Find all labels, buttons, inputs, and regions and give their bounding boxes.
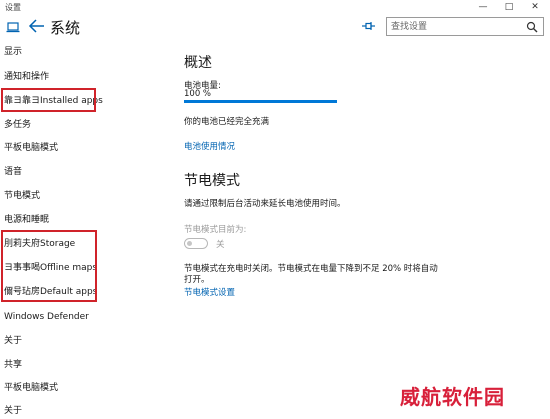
- battery-percent: 100 %: [184, 89, 212, 99]
- window-titlebar: 设置 — □ ✕: [0, 0, 550, 14]
- search-box[interactable]: [386, 17, 544, 36]
- page-title: 系统: [50, 19, 81, 37]
- highlight-box-storage-group: [1, 230, 97, 302]
- window-title: 设置: [5, 3, 21, 12]
- battery-status: 你的电池已经完全充满: [184, 117, 270, 127]
- maximize-button[interactable]: □: [496, 0, 522, 14]
- overview-heading: 概述: [184, 55, 212, 71]
- search-icon[interactable]: [526, 21, 538, 33]
- battery-saver-heading: 节电模式: [184, 173, 240, 189]
- battery-saver-note-line2: 打开。: [184, 275, 210, 285]
- sidebar-item-tablet-mode[interactable]: 平板电脑模式: [4, 139, 164, 157]
- sidebar-item-multitasking[interactable]: 多任务: [4, 116, 164, 134]
- sidebar-item-tablet-mode-2[interactable]: 平板电脑模式: [4, 379, 164, 397]
- watermark-text: 威航软件园: [400, 385, 505, 409]
- pin-icon[interactable]: [362, 21, 375, 31]
- sidebar-item-about-2[interactable]: 关于: [4, 402, 164, 419]
- battery-progress-bar: [184, 100, 337, 103]
- battery-saver-description: 请通过限制后台活动来延长电池使用时间。: [184, 199, 346, 209]
- sidebar-item-windows-defender[interactable]: Windows Defender: [4, 308, 164, 326]
- sidebar-item-power-sleep[interactable]: 电源和睡眠: [4, 211, 164, 229]
- back-arrow-icon[interactable]: [28, 18, 46, 34]
- toggle-knob: [187, 241, 192, 246]
- sidebar-item-notifications[interactable]: 通知和操作: [4, 68, 164, 86]
- battery-usage-link[interactable]: 电池使用情况: [184, 140, 235, 152]
- battery-saver-toggle[interactable]: [184, 238, 208, 249]
- battery-saver-settings-link[interactable]: 节电模式设置: [184, 286, 235, 298]
- sidebar-item-speech[interactable]: 语音: [4, 163, 164, 181]
- highlight-box-installed-apps: [1, 88, 96, 112]
- laptop-icon[interactable]: [6, 20, 20, 34]
- settings-header: 系统: [0, 14, 550, 40]
- battery-saver-note-line1: 节电模式在充电时关闭。节电模式在电量下降到不足 20% 时将自动: [184, 264, 438, 274]
- minimize-button[interactable]: —: [470, 0, 496, 14]
- search-input[interactable]: [391, 20, 521, 33]
- sidebar-item-about[interactable]: 关于: [4, 332, 164, 350]
- sidebar-item-display[interactable]: 显示: [4, 43, 164, 61]
- battery-saver-toggle-caption: 节电模式目前为:: [184, 225, 247, 235]
- battery-saver-toggle-state: 关: [216, 240, 225, 250]
- sidebar-item-sharing[interactable]: 共享: [4, 356, 164, 374]
- close-button[interactable]: ✕: [522, 0, 548, 14]
- sidebar-item-battery-saver[interactable]: 节电模式: [4, 187, 164, 205]
